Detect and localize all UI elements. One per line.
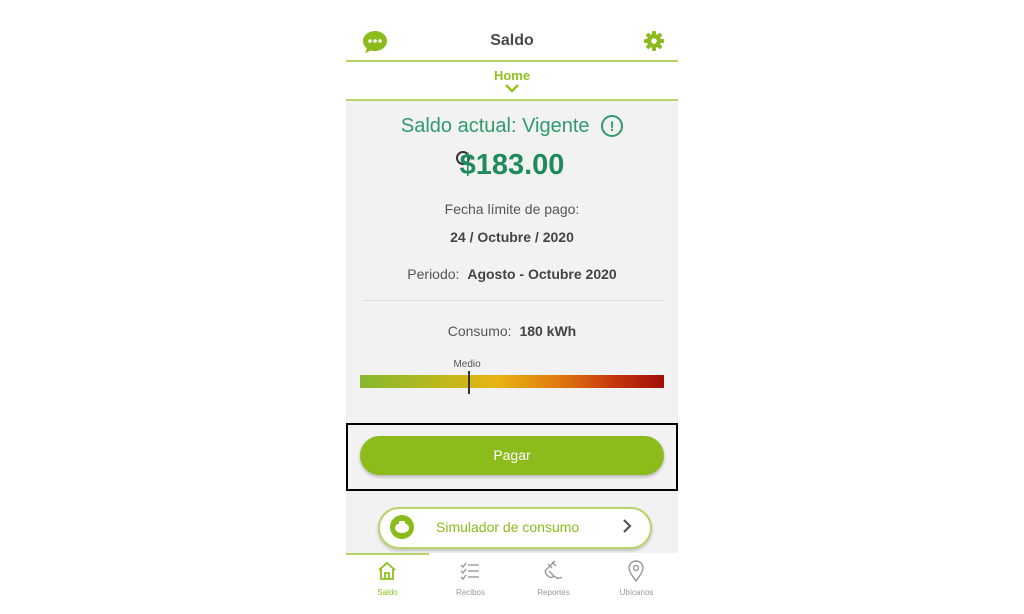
section-divider	[362, 300, 664, 301]
due-date-label: Fecha límite de pago:	[444, 201, 580, 217]
home-icon	[378, 561, 396, 580]
nav-item-recibos[interactable]: Recibos	[429, 557, 512, 609]
tab-home[interactable]: Home	[346, 68, 678, 83]
nav-item-reportes[interactable]: Reportes	[512, 557, 595, 609]
app-screen: Saldo Home Saldo actual: Vigente ! $183.…	[346, 0, 678, 614]
consumption-simulator-button[interactable]: Simulador de consumo	[378, 507, 652, 549]
nav-label-saldo: Saldo	[377, 588, 398, 597]
list-icon	[460, 562, 479, 581]
nav-item-saldo[interactable]: Saldo	[346, 557, 429, 609]
header-divider	[346, 60, 678, 62]
nav-item-ubicanos[interactable]: Ubícanos	[595, 557, 678, 609]
balance-card: Saldo actual: Vigente ! $183.00 Fecha lí…	[346, 101, 678, 553]
period-value: Agosto - Octubre 2020	[467, 266, 617, 282]
page-title: Saldo	[490, 32, 534, 49]
balance-status: Vigente	[522, 115, 590, 137]
nav-label-recibos: Recibos	[456, 588, 485, 597]
plug-icon	[544, 560, 563, 579]
location-pin-icon	[628, 560, 644, 582]
period-row: Periodo: Agosto - Octubre 2020	[346, 266, 678, 282]
consumption-level-label: Medio	[453, 359, 481, 370]
consumption-gauge-marker	[468, 371, 471, 394]
info-icon[interactable]: !	[601, 115, 624, 137]
balance-status-row: Saldo actual: Vigente !	[346, 115, 678, 138]
consumption-row: Consumo: 180 kWh	[346, 323, 678, 339]
chevron-down-icon[interactable]	[505, 84, 519, 93]
piggy-bank-icon	[390, 515, 414, 539]
bottom-nav: Saldo Recibos Reportes Ubícanos	[346, 553, 678, 614]
due-date-value: 24 / Octubre / 2020	[450, 229, 574, 245]
top-bar: Saldo	[346, 22, 678, 60]
pay-button[interactable]: Pagar	[360, 436, 664, 475]
nav-label-reportes: Reportes	[537, 588, 570, 597]
balance-label: Saldo actual:	[400, 115, 517, 137]
consumption-gauge	[360, 375, 664, 388]
active-tab-indicator	[346, 553, 429, 555]
nav-label-ubicanos: Ubícanos	[619, 588, 654, 597]
consumption-label: Consumo:	[447, 323, 512, 339]
simulator-label: Simulador de consumo	[436, 519, 580, 535]
balance-amount: $183.00	[459, 149, 565, 181]
gear-icon[interactable]	[644, 31, 664, 51]
chevron-right-icon	[623, 519, 632, 533]
period-label: Periodo:	[407, 266, 460, 282]
consumption-value: 180 kWh	[519, 323, 577, 339]
